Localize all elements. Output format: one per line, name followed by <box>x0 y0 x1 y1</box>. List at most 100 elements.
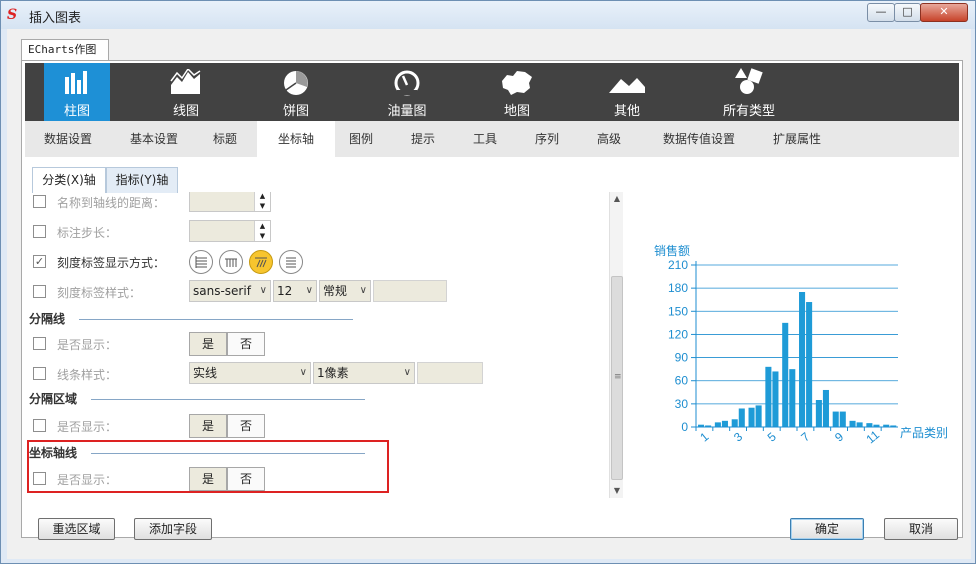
tab-extended-properties[interactable]: 扩展属性 <box>759 121 835 157</box>
line-style-label: 线条样式： <box>57 368 118 382</box>
line-style-select[interactable]: 实线 ∨ <box>189 362 311 384</box>
label-wrap-button[interactable] <box>279 250 303 274</box>
tick-display-checkbox[interactable]: ✓ <box>33 255 46 268</box>
section-divider <box>79 319 353 320</box>
tick-style-checkbox[interactable] <box>33 285 46 298</box>
chart-preview: 销售额 产品类别 0 30 60 90 120 150 180 210 1 3 5 7 9 11 <box>654 243 948 446</box>
tab-data-settings[interactable]: 数据设置 <box>31 121 105 157</box>
chart-type-bar[interactable]: 柱图 <box>44 63 110 121</box>
reselect-area-button[interactable]: 重选区域 <box>38 518 115 540</box>
bar <box>714 422 721 427</box>
x-tick-label: 5 <box>765 429 779 444</box>
step-row: 标注步长： ▲ ▼ <box>25 220 609 244</box>
chart-type-label: 柱图 <box>63 104 90 119</box>
split-area-show-checkbox[interactable] <box>33 419 46 432</box>
echarts-panel: 柱图 线图 饼图 油量图 地图 其他 所有类型 数据设置 基本设置 标题 坐标轴… <box>21 60 963 538</box>
bar <box>765 366 772 427</box>
axis-line-no-button[interactable]: 否 <box>227 467 265 491</box>
form-scrollbar[interactable]: ▲ ≡ ▼ <box>609 192 623 498</box>
bar <box>799 292 806 427</box>
step-checkbox[interactable] <box>33 225 46 238</box>
chart-type-line[interactable]: 线图 <box>153 63 219 121</box>
stepper-up-icon[interactable]: ▲ <box>260 222 265 230</box>
show-label: 是否显示： <box>57 338 118 352</box>
axis-line-yes-button[interactable]: 是 <box>189 467 227 491</box>
label-vertical-button[interactable] <box>219 250 243 274</box>
name-gap-label: 名称到轴线的距离： <box>57 196 166 210</box>
split-line-no-button[interactable]: 否 <box>227 332 265 356</box>
title-bar[interactable]: S 插入图表 — □ ✕ <box>1 1 975 29</box>
scrollbar-thumb[interactable]: ≡ <box>611 276 623 480</box>
step-stepper[interactable]: ▲ ▼ <box>189 220 271 242</box>
chart-type-all[interactable]: 所有类型 <box>704 63 794 121</box>
split-line-yes-button[interactable]: 是 <box>189 332 227 356</box>
scroll-down-icon[interactable]: ▼ <box>610 484 624 498</box>
ok-button[interactable]: 确定 <box>790 518 864 540</box>
section-title: 分隔线 <box>29 312 66 326</box>
line-style-checkbox[interactable] <box>33 367 46 380</box>
wrap-lines-icon <box>286 257 296 268</box>
font-family-value: sans-serif <box>193 284 251 298</box>
name-gap-stepper[interactable]: ▲ ▼ <box>189 192 271 212</box>
chart-type-other[interactable]: 其他 <box>594 63 660 121</box>
font-weight-select[interactable]: 常规 ∨ <box>319 280 371 302</box>
label-slanted-button[interactable] <box>249 250 273 274</box>
stepper-arrows[interactable]: ▲ ▼ <box>254 192 270 211</box>
bar <box>832 411 839 427</box>
tab-y-axis[interactable]: 指标(Y)轴 <box>106 167 178 193</box>
map-icon <box>502 71 532 95</box>
x-tick-label: 3 <box>731 429 745 444</box>
bar <box>815 400 822 427</box>
chart-type-pie[interactable]: 饼图 <box>263 63 329 121</box>
font-color-field[interactable] <box>373 280 447 302</box>
tab-title[interactable]: 标题 <box>203 121 247 157</box>
chevron-down-icon: ∨ <box>403 367 411 378</box>
tick-display-row: ✓ 刻度标签显示方式： <box>25 250 609 274</box>
scroll-up-icon[interactable]: ▲ <box>610 192 624 206</box>
stepper-down-icon[interactable]: ▼ <box>260 202 265 210</box>
chevron-down-icon: ∨ <box>305 285 313 296</box>
tab-series[interactable]: 序列 <box>525 121 569 157</box>
chart-type-label: 其他 <box>613 104 640 119</box>
chart-type-label: 所有类型 <box>722 104 775 119</box>
maximize-button[interactable]: □ <box>894 3 921 22</box>
line-width-select[interactable]: 1像素 ∨ <box>313 362 415 384</box>
minimize-button[interactable]: — <box>867 3 895 22</box>
tab-tooltip[interactable]: 提示 <box>401 121 445 157</box>
tab-tools[interactable]: 工具 <box>463 121 507 157</box>
line-style-row: 线条样式： 实线 ∨ 1像素 ∨ <box>25 362 609 386</box>
tab-echarts[interactable]: ECharts作图 <box>21 39 109 61</box>
chart-type-gauge[interactable]: 油量图 <box>374 63 440 121</box>
section-title: 坐标轴线 <box>29 446 78 460</box>
split-area-no-button[interactable]: 否 <box>227 414 265 438</box>
tab-advanced[interactable]: 高级 <box>587 121 631 157</box>
cancel-button[interactable]: 取消 <box>884 518 958 540</box>
font-family-select[interactable]: sans-serif ∨ <box>189 280 271 302</box>
tab-basic-settings[interactable]: 基本设置 <box>115 121 193 157</box>
chart-type-map[interactable]: 地图 <box>484 63 550 121</box>
add-field-button[interactable]: 添加字段 <box>134 518 212 540</box>
name-gap-checkbox[interactable] <box>33 195 46 208</box>
label-horizontal-button[interactable] <box>189 250 213 274</box>
tab-axis[interactable]: 坐标轴 <box>257 121 335 157</box>
y-tick-label: 210 <box>668 258 688 272</box>
stepper-arrows[interactable]: ▲ ▼ <box>254 221 270 241</box>
horizontal-lines-icon <box>195 256 207 268</box>
name-gap-row: 名称到轴线的距离： ▲ ▼ <box>25 192 609 214</box>
x-tick-label: 11 <box>863 427 882 446</box>
bar <box>789 369 796 427</box>
line-color-field[interactable] <box>417 362 483 384</box>
y-tick-label: 0 <box>681 420 688 434</box>
close-button[interactable]: ✕ <box>920 3 968 22</box>
stepper-down-icon[interactable]: ▼ <box>260 232 265 240</box>
split-line-section: 分隔线 <box>25 308 609 328</box>
split-line-show-checkbox[interactable] <box>33 337 46 350</box>
tab-x-axis[interactable]: 分类(X)轴 <box>32 167 106 193</box>
tab-legend[interactable]: 图例 <box>339 121 383 157</box>
font-size-select[interactable]: 12 ∨ <box>273 280 317 302</box>
axis-line-show-checkbox[interactable] <box>33 472 46 485</box>
split-area-yes-button[interactable]: 是 <box>189 414 227 438</box>
split-area-show-row: 是否显示： 是 否 <box>25 414 609 438</box>
stepper-up-icon[interactable]: ▲ <box>260 192 265 200</box>
tab-data-passing[interactable]: 数据传值设置 <box>649 121 749 157</box>
